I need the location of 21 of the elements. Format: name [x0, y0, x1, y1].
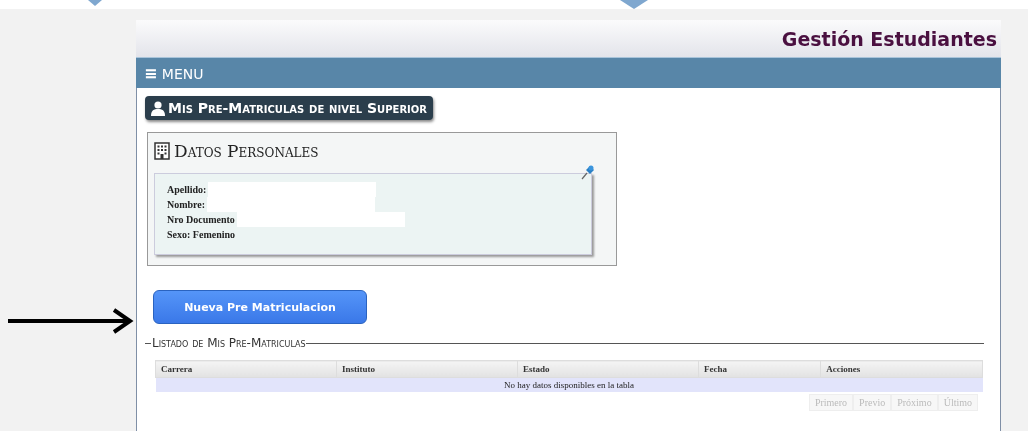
user-icon	[151, 100, 165, 116]
triangle-icon	[620, 0, 648, 9]
page-title-text: Mis Pre-Matriculas de nivel Superior	[168, 100, 427, 116]
pushpin-icon	[581, 164, 595, 180]
column-header[interactable]: Acciones	[820, 360, 983, 378]
column-header[interactable]: Fecha	[698, 360, 821, 378]
new-enrollment-button[interactable]: Nueva Pre Matriculacion	[153, 290, 367, 324]
section-legend: Listado de Mis Pre-Matriculas	[152, 336, 306, 350]
building-icon	[154, 142, 170, 160]
triangle-icon	[88, 0, 102, 6]
column-header[interactable]: Instituto	[336, 360, 518, 378]
arrow-icon	[6, 308, 134, 334]
field-label: Sexo: Femenino	[167, 229, 236, 240]
field-label: Nombre:	[167, 199, 206, 210]
app-title: Gestión Estudiantes	[781, 27, 997, 50]
menu-button[interactable]: ≡ MENU	[144, 63, 204, 83]
field-label: Nro Documento	[167, 214, 235, 225]
column-header[interactable]: Carrera	[155, 360, 337, 378]
field-label: Apellido:	[167, 184, 207, 195]
column-header[interactable]: Estado	[517, 360, 699, 378]
card-title: Datos Personales	[174, 141, 319, 161]
